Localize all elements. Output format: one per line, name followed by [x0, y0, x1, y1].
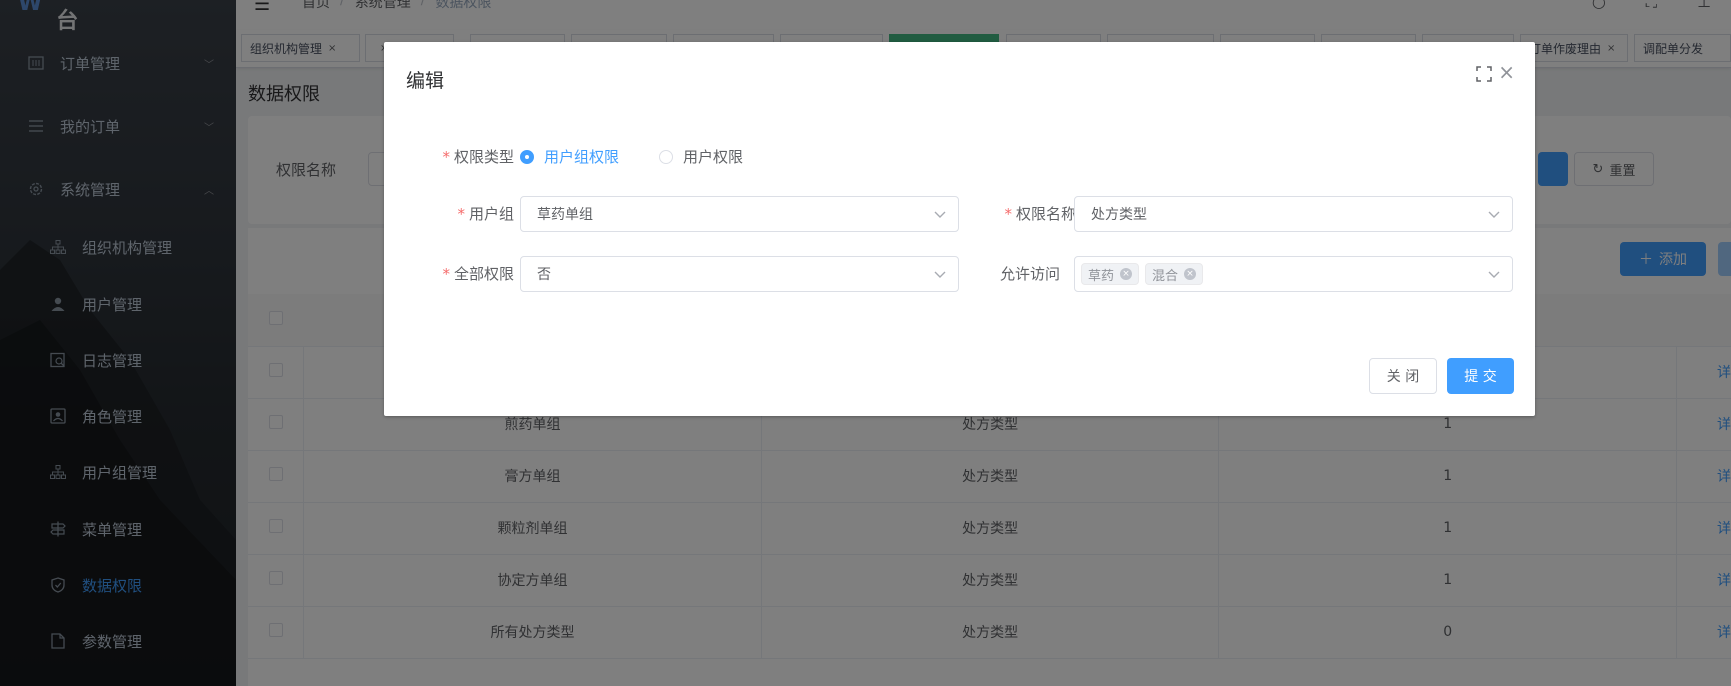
submit-button[interactable]: 提 交 — [1447, 358, 1514, 394]
radio-label: 用户权限 — [683, 148, 744, 166]
radio-user-permission[interactable]: 用户权限 — [659, 146, 743, 167]
perm-name-label: * 权限名称 — [984, 203, 1076, 224]
required-asterisk: * — [457, 205, 465, 223]
selected-tag: 混合 × — [1145, 263, 1204, 285]
chevron-down-icon — [1488, 211, 1500, 218]
radio-dot — [520, 149, 534, 164]
required-asterisk: * — [442, 148, 450, 166]
edit-dialog: 编辑 × * 权限类型 用户组权限 用户权限 * 用户组 草药单组 * 权限名称 处方… — [384, 42, 1535, 416]
tag-close-icon[interactable]: × — [1184, 268, 1197, 280]
tag-text: 混合 — [1152, 268, 1179, 284]
tag-text: 草药 — [1088, 268, 1115, 284]
required-asterisk: * — [1004, 205, 1012, 223]
select-value: 处方类型 — [1091, 207, 1147, 223]
label-text: 用户组 — [468, 205, 514, 223]
label-text: 权限类型 — [453, 148, 514, 166]
tag-close-icon[interactable]: × — [1120, 268, 1133, 280]
chevron-down-icon — [1488, 271, 1500, 278]
perm-name-select[interactable]: 处方类型 — [1074, 196, 1513, 232]
close-icon[interactable]: × — [1498, 62, 1515, 82]
radio-dot — [659, 149, 673, 164]
select-value: 否 — [537, 267, 551, 283]
allow-access-label: 允许访问 — [984, 263, 1060, 284]
all-perm-label: * 全部权限 — [430, 263, 514, 284]
user-group-label: * 用户组 — [430, 203, 514, 224]
label-text: 权限名称 — [1015, 205, 1076, 223]
select-value: 草药单组 — [537, 207, 593, 223]
radio-user-group-permission[interactable]: 用户组权限 — [520, 146, 619, 167]
all-perm-select[interactable]: 否 — [520, 256, 959, 292]
selected-tag: 草药 × — [1081, 263, 1140, 285]
fullscreen-icon[interactable] — [1476, 66, 1492, 82]
required-asterisk: * — [442, 265, 450, 283]
radio-label: 用户组权限 — [544, 148, 620, 166]
user-group-select[interactable]: 草药单组 — [520, 196, 959, 232]
label-text: 全部权限 — [453, 265, 514, 283]
close-button[interactable]: 关 闭 — [1369, 358, 1437, 394]
chevron-down-icon — [934, 271, 946, 278]
label-text: 允许访问 — [999, 265, 1060, 283]
chevron-down-icon — [934, 211, 946, 218]
allow-access-multiselect[interactable]: 草药 × 混合 × — [1074, 256, 1513, 292]
perm-type-label: * 权限类型 — [430, 146, 514, 167]
dialog-title: 编辑 — [406, 70, 445, 92]
